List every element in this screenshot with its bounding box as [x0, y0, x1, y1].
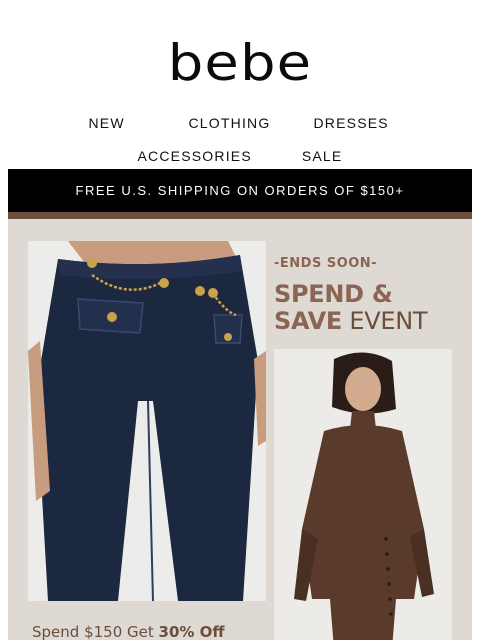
nav-clothing[interactable]: CLOTHING — [189, 115, 314, 131]
banner-divider — [8, 212, 472, 219]
jeans-illustration — [28, 241, 266, 601]
main-nav-row-2: ACCESSORIES SALE — [0, 148, 480, 164]
main-nav-row-1: NEW CLOTHING DRESSES — [0, 115, 480, 131]
headline-save: SAVE — [274, 307, 342, 335]
headline-line-2: SAVE EVENT — [274, 307, 428, 335]
offer-discount: 30% Off — [158, 623, 225, 640]
ends-soon-label: -ENDS SOON- — [274, 256, 378, 271]
dress-product-image[interactable] — [274, 349, 452, 640]
nav-new[interactable]: NEW — [77, 115, 189, 131]
bebe-logo[interactable]: bebe — [0, 38, 480, 88]
nav-sale[interactable]: SALE — [302, 148, 343, 164]
headline-line-1: SPEND & — [274, 280, 393, 308]
nav-dresses[interactable]: DRESSES — [314, 115, 404, 131]
jeans-product-image[interactable] — [28, 241, 266, 601]
free-shipping-banner[interactable]: FREE U.S. SHIPPING ON ORDERS OF $150+ — [8, 169, 472, 212]
dress-illustration — [274, 349, 452, 640]
offer-text: Spend $150 Get 30% Off — [32, 623, 225, 640]
promo-hero[interactable]: -ENDS SOON- SPEND & SAVE EVENT Spend $15… — [8, 219, 472, 640]
offer-prefix: Spend $150 Get — [32, 623, 154, 640]
headline-event: EVENT — [349, 307, 428, 335]
nav-accessories[interactable]: ACCESSORIES — [138, 148, 252, 164]
